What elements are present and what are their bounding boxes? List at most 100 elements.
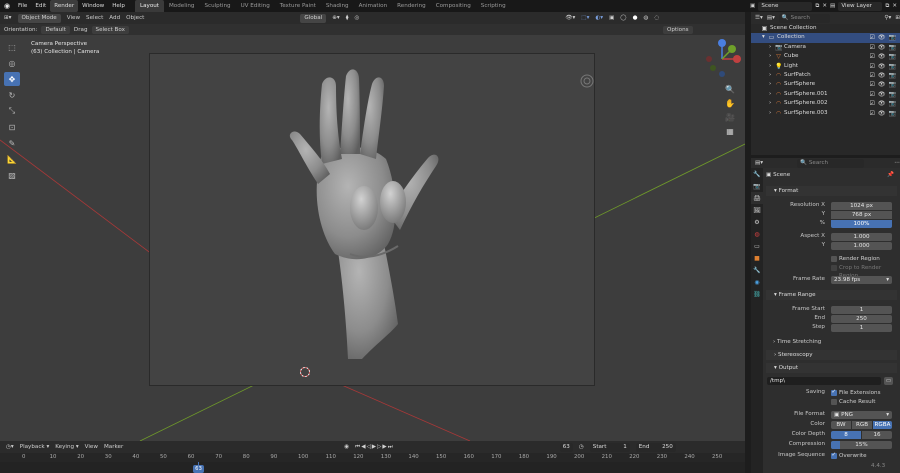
tab-layout[interactable]: Layout (134, 0, 164, 12)
editor-type-icon[interactable]: ⊞▾ (4, 15, 12, 21)
menu-object[interactable]: Object (126, 15, 144, 21)
pivot-icon[interactable]: ⊕▾ (332, 15, 340, 21)
clock-icon[interactable]: ◷▾ (6, 444, 14, 450)
stereoscopy-panel-header[interactable]: › Stereoscopy (766, 350, 897, 360)
menu-help[interactable]: Help (108, 0, 129, 12)
playback-controls[interactable]: ⏮◀◁▶▷▶⏭ (355, 444, 394, 451)
add-cube-tool-icon[interactable]: ▨ (4, 168, 20, 182)
crop-region-checkbox[interactable] (831, 265, 837, 271)
select-checkbox-icon[interactable]: ☑ (870, 43, 875, 52)
filter-icon[interactable]: ⚲▾ (884, 15, 891, 21)
color-depth-8-option[interactable]: 8 (831, 431, 861, 439)
eye-icon[interactable]: 👁 (878, 99, 886, 108)
camera-render-icon[interactable]: 📷 (889, 33, 896, 42)
menu-view[interactable]: View (67, 15, 80, 21)
scene-tab-icon[interactable]: ⚙ (751, 216, 763, 228)
resolution-percentage-field[interactable]: 100% (831, 220, 892, 228)
menu-select[interactable]: Select (86, 15, 103, 21)
copy-icon[interactable]: ⧉ (815, 3, 819, 10)
overwrite-checkbox[interactable] (831, 452, 837, 459)
overlay-icon[interactable]: ◐▾ (595, 15, 603, 21)
constraints-tab-icon[interactable]: ⛓ (751, 288, 763, 300)
camera-lock-icon[interactable] (578, 72, 596, 90)
collection-tab-icon[interactable]: ▭ (751, 240, 763, 252)
view-layer-selector[interactable]: View Layer (838, 1, 883, 11)
eye-icon[interactable]: 👁 (878, 109, 886, 118)
pin-icon[interactable]: 📌 (887, 172, 894, 178)
visibility-toggles[interactable]: ☑ 👁 📷 (870, 109, 897, 118)
tab-rendering[interactable]: Rendering (392, 0, 431, 12)
format-panel-header[interactable]: ▾ Format (766, 186, 897, 196)
menu-window[interactable]: Window (78, 0, 108, 12)
tab-compositing[interactable]: Compositing (431, 0, 476, 12)
outliner-row[interactable]: ▣ Scene Collection (751, 24, 900, 33)
file-format-selector[interactable]: ▣ PNG ▾ (831, 411, 892, 419)
select-checkbox-icon[interactable]: ☑ (870, 99, 875, 108)
visibility-toggles[interactable]: ☑ 👁 📷 (870, 62, 897, 71)
shading-solid-icon[interactable]: ● (633, 15, 638, 21)
options-button[interactable]: Options (662, 25, 693, 34)
rotate-tool-icon[interactable]: ↻ (4, 88, 20, 102)
eye-icon[interactable]: 👁 (878, 52, 886, 61)
new-collection-icon[interactable]: ⊞ (895, 15, 900, 21)
frame-end-field[interactable]: 250 (831, 315, 892, 323)
camera-render-icon[interactable]: 📷 (889, 43, 896, 52)
camera-render-icon[interactable]: 📷 (889, 90, 896, 99)
transform-tool-icon[interactable]: ⊡ (4, 120, 20, 134)
render-region-checkbox[interactable] (831, 256, 837, 262)
editor-type-icon[interactable]: ☰▾ (755, 15, 763, 21)
color-depth-16-option[interactable]: 16 (862, 431, 892, 439)
tab-modeling[interactable]: Modeling (164, 0, 199, 12)
xray-icon[interactable]: ▣ (609, 15, 614, 21)
color-rgb-option[interactable]: RGB (852, 421, 872, 429)
frame-rate-selector[interactable]: 23.98 fps ▾ (831, 276, 892, 284)
keying-menu[interactable]: Keying ▾ (55, 444, 78, 450)
preview-range-icon[interactable]: ◷ (579, 444, 584, 450)
camera-render-icon[interactable]: 📷 (889, 80, 896, 89)
eye-icon[interactable]: 👁 (878, 43, 886, 52)
shading-rendered-icon[interactable]: ◌ (654, 15, 659, 21)
resolution-y-field[interactable]: 768 px (831, 211, 892, 219)
physics-tab-icon[interactable]: ◉ (751, 276, 763, 288)
menu-file[interactable]: File (14, 0, 31, 12)
navigation-gizmo[interactable] (700, 37, 744, 81)
mode-selector[interactable]: Object Mode (17, 13, 61, 23)
copy-icon[interactable]: ⧉ (885, 3, 889, 10)
zoom-icon[interactable]: 🔍 (722, 82, 738, 96)
select-checkbox-icon[interactable]: ☑ (870, 62, 875, 71)
scene-selector[interactable]: Scene (758, 1, 813, 11)
eye-icon[interactable]: 👁 (878, 80, 886, 89)
select-checkbox-icon[interactable]: ☑ (870, 33, 875, 42)
camera-render-icon[interactable]: 📷 (889, 99, 896, 108)
cache-result-checkbox[interactable] (831, 399, 837, 405)
select-tool-icon[interactable]: ⬚ (4, 40, 20, 54)
tool-tab-icon[interactable]: 🔧 (751, 168, 763, 180)
options-icon[interactable]: ⋯ (894, 160, 900, 166)
perspective-toggle-icon[interactable]: ▦ (722, 124, 738, 138)
3d-viewport[interactable]: ⊞▾ Object Mode View Select Add Object Gl… (0, 12, 745, 441)
color-rgba-option[interactable]: RGBA (873, 421, 892, 429)
world-tab-icon[interactable]: ◍ (751, 228, 763, 240)
visibility-toggles[interactable]: ☑ 👁 📷 (870, 43, 897, 52)
visibility-toggles[interactable]: ☑ 👁 📷 (870, 99, 897, 108)
output-path-field[interactable]: /tmp\ (767, 377, 881, 385)
view-layer-tab-icon[interactable]: 🖼 (751, 204, 763, 216)
color-bw-option[interactable]: BW (831, 421, 851, 429)
editor-type-icon[interactable]: ▤▾ (755, 160, 763, 166)
outliner-search-input[interactable]: 🔍 Search (778, 13, 831, 23)
cursor-tool-icon[interactable]: ◎ (4, 56, 20, 70)
frame-range-panel-header[interactable]: ▾ Frame Range (766, 290, 897, 300)
display-mode-icon[interactable]: ▤▾ (767, 15, 775, 21)
close-icon[interactable]: ✕ (822, 3, 827, 9)
frame-start-field[interactable]: 1 (831, 306, 892, 314)
camera-render-icon[interactable]: 📷 (889, 109, 896, 118)
proportional-edit-icon[interactable]: ◎ (354, 15, 359, 21)
outliner-row[interactable]: ▾ ▭ Collection ☑ 👁 📷 (751, 33, 900, 43)
transform-orientation-selector[interactable]: Global (300, 13, 327, 23)
output-panel-header[interactable]: ▾ Output (766, 363, 897, 373)
select-checkbox-icon[interactable]: ☑ (870, 109, 875, 118)
visibility-toggles[interactable]: ☑ 👁 📷 (870, 33, 897, 42)
outliner-row[interactable]: › ◠ SurfSphere.003 ☑ 👁 📷 (751, 109, 900, 118)
camera-render-icon[interactable]: 📷 (889, 71, 896, 80)
shading-wireframe-icon[interactable]: ◯ (620, 15, 626, 21)
